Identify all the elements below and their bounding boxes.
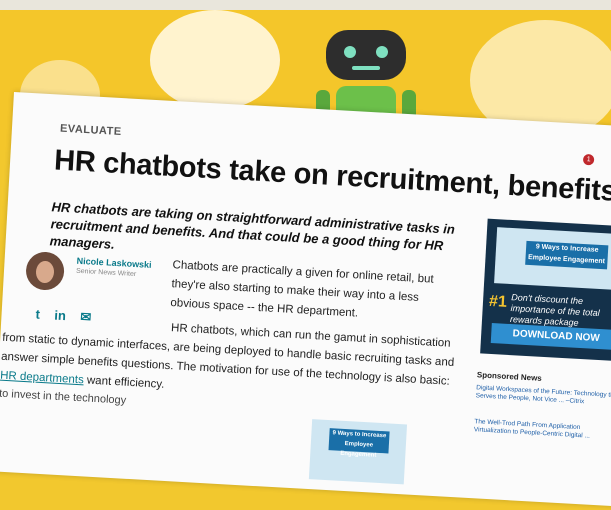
notification-count: 1 — [586, 156, 591, 164]
avatar-face — [35, 260, 55, 284]
ad-banner: 9 Ways to Increase Employee Engagement — [525, 240, 609, 270]
top-bar — [0, 0, 611, 10]
speech-bubble-left — [150, 10, 280, 110]
article-card: EVALUATE 1 HR chatbots take on recruitme… — [0, 92, 611, 508]
sidebar-ad[interactable]: 9 Ways to Increase Employee Engagement #… — [480, 218, 611, 362]
ad-number: #1 — [488, 292, 508, 311]
ad-screenshot: 9 Ways to Increase Employee Engagement — [494, 227, 611, 291]
paragraph-2-end: want efficiency. — [83, 374, 165, 391]
author-avatar[interactable] — [25, 250, 66, 292]
inline-ad-banner: 9 Ways to Increase Employee Engagement — [328, 428, 390, 459]
author-role: Senior News Writer — [75, 267, 137, 279]
article-kicker: EVALUATE — [59, 122, 122, 139]
notification-badge[interactable]: 1 — [582, 153, 595, 166]
sponsored-news-heading: Sponsored News — [476, 370, 542, 383]
sponsored-link-2[interactable]: The Well-Trod Path From Application Virt… — [474, 418, 611, 442]
inline-ad[interactable]: 9 Ways to Increase Employee Engagement — [308, 419, 408, 485]
hr-departments-link[interactable]: HR departments — [0, 370, 84, 387]
sponsored-link-1[interactable]: Digital Workspaces of the Future: Techno… — [476, 384, 611, 408]
